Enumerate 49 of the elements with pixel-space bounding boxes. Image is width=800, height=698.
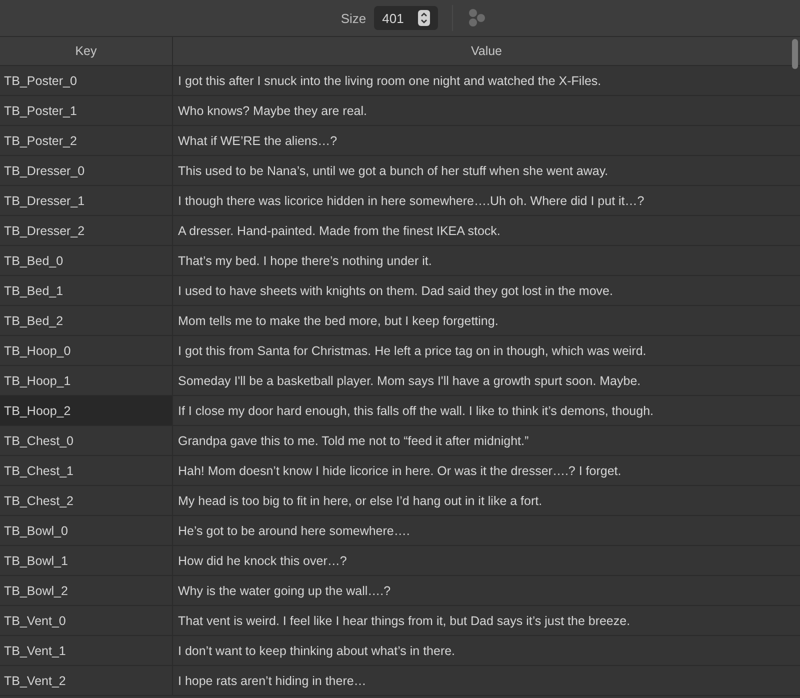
circles-icon[interactable] <box>467 8 488 28</box>
value-cell[interactable]: A dresser. Hand-painted. Made from the finest IKEA stock. <box>173 216 800 245</box>
key-cell[interactable]: TB_Dresser_2 <box>0 216 173 245</box>
value-cell[interactable]: Mom tells me to make the bed more, but I keep forgetting. <box>173 306 800 335</box>
value-cell[interactable]: That’s my bed. I hope there’s nothing under it. <box>173 246 800 275</box>
stepper-icon[interactable] <box>418 10 430 26</box>
key-cell[interactable]: TB_Chest_1 <box>0 456 173 485</box>
key-cell[interactable]: TB_Vent_1 <box>0 636 173 665</box>
column-header[interactable]: Value <box>173 37 800 65</box>
value-cell[interactable]: Grandpa gave this to me. Told me not to “feed it after midnight.” <box>173 426 800 455</box>
value-cell[interactable]: My head is too big to fit in here, or else I’d hang out in it like a fort. <box>173 486 800 515</box>
value-cell[interactable]: I don’t want to keep thinking about what’s in there. <box>173 636 800 665</box>
value-cell[interactable]: I got this after I snuck into the living room one night and watched the X-Files. <box>173 66 800 95</box>
key-cell[interactable]: TB_Bed_2 <box>0 306 173 335</box>
key-cell[interactable]: TB_Dresser_0 <box>0 156 173 185</box>
value-cell[interactable]: That vent is weird. I feel like I hear things from it, but Dad says it’s just the breeze. <box>173 606 800 635</box>
column-header[interactable]: Key <box>0 37 173 65</box>
key-cell[interactable]: TB_Bowl_2 <box>0 576 173 605</box>
value-cell[interactable]: I used to have sheets with knights on them. Dad said they got lost in the move. <box>173 276 800 305</box>
key-cell[interactable]: TB_Bed_1 <box>0 276 173 305</box>
value-cell[interactable]: How did he knock this over…? <box>173 546 800 575</box>
key-cell[interactable]: TB_Vent_2 <box>0 666 173 695</box>
value-cell[interactable]: I got this from Santa for Christmas. He left a price tag on in though, which was weird. <box>173 336 800 365</box>
value-cell[interactable]: Someday I'll be a basketball player. Mom says I'll have a growth spurt soon. Maybe. <box>173 366 800 395</box>
value-cell[interactable]: What if WE’RE the aliens…? <box>173 126 800 155</box>
value-cell[interactable]: I though there was licorice hidden in here somewhere….Uh oh. Where did I put it…? <box>173 186 800 215</box>
key-cell[interactable]: TB_Bed_0 <box>0 246 173 275</box>
key-cell[interactable]: TB_Poster_1 <box>0 96 173 125</box>
value-cell[interactable]: I hope rats aren’t hiding in there… <box>173 666 800 695</box>
scrollbar-thumb[interactable] <box>792 39 798 69</box>
key-cell[interactable]: TB_Dresser_1 <box>0 186 173 215</box>
key-cell[interactable]: TB_Bowl_0 <box>0 516 173 545</box>
value-cell[interactable]: This used to be Nana’s, until we got a bunch of her stuff when she went away. <box>173 156 800 185</box>
size-stepper-field[interactable]: 401 <box>374 6 438 30</box>
size-label: Size <box>340 10 366 26</box>
key-cell[interactable]: TB_Chest_0 <box>0 426 173 455</box>
value-cell[interactable]: If I close my door hard enough, this falls off the wall. I like to think it’s demons, though. <box>173 396 800 425</box>
value-cell[interactable]: Hah! Mom doesn’t know I hide licorice in here. Or was it the dresser….? I forget. <box>173 456 800 485</box>
key-cell[interactable]: TB_Hoop_0 <box>0 336 173 365</box>
key-cell[interactable]: TB_Poster_0 <box>0 66 173 95</box>
key-cell[interactable]: TB_Hoop_1 <box>0 366 173 395</box>
value-cell[interactable]: Who knows? Maybe they are real. <box>173 96 800 125</box>
key-cell[interactable]: TB_Hoop_2 <box>0 396 173 425</box>
key-cell[interactable]: TB_Poster_2 <box>0 126 173 155</box>
key-cell[interactable]: TB_Bowl_1 <box>0 546 173 575</box>
value-cell[interactable]: Why is the water going up the wall….? <box>173 576 800 605</box>
key-cell[interactable]: TB_Vent_0 <box>0 606 173 635</box>
key-cell[interactable]: TB_Chest_2 <box>0 486 173 515</box>
value-cell[interactable]: He’s got to be around here somewhere…. <box>173 516 800 545</box>
